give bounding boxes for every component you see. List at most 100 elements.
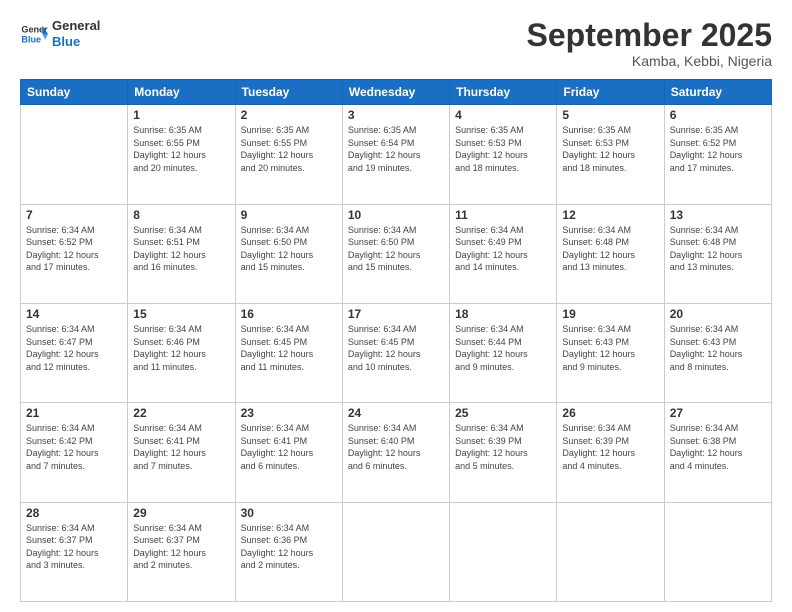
day-number: 6 xyxy=(670,108,766,122)
calendar-cell xyxy=(21,105,128,204)
calendar-cell: 29 Sunrise: 6:34 AM Sunset: 6:37 PM Dayli… xyxy=(128,502,235,601)
day-info: Sunrise: 6:34 AM Sunset: 6:50 PM Dayligh… xyxy=(348,224,444,274)
calendar-cell: 21Sunrise: 6:34 AM Sunset: 6:42 PM Dayli… xyxy=(21,403,128,502)
logo-general-text: General xyxy=(52,18,100,34)
calendar-cell: 13 Sunrise: 6:34 AM Sunset: 6:48 PM Dayli… xyxy=(664,204,771,303)
day-info: Sunrise: 6:34 AM Sunset: 6:41 PM Dayligh… xyxy=(133,422,229,472)
calendar-header-monday: Monday xyxy=(128,80,235,105)
calendar-cell xyxy=(664,502,771,601)
calendar-header-sunday: Sunday xyxy=(21,80,128,105)
day-info: Sunrise: 6:34 AM Sunset: 6:37 PM Dayligh… xyxy=(133,522,229,572)
day-info: Sunrise: 6:34 AM Sunset: 6:50 PM Dayligh… xyxy=(241,224,337,274)
day-number: 3 xyxy=(348,108,444,122)
day-number: 20 xyxy=(670,307,766,321)
calendar-cell: 23Sunrise: 6:34 AM Sunset: 6:41 PM Dayli… xyxy=(235,403,342,502)
calendar-header-tuesday: Tuesday xyxy=(235,80,342,105)
day-number: 14 xyxy=(26,307,122,321)
day-number: 4 xyxy=(455,108,551,122)
day-number: 19 xyxy=(562,307,658,321)
day-info: Sunrise: 6:34 AM Sunset: 6:48 PM Dayligh… xyxy=(562,224,658,274)
day-info: Sunrise: 6:34 AM Sunset: 6:41 PM Dayligh… xyxy=(241,422,337,472)
logo: General Blue General Blue xyxy=(20,18,100,49)
day-info: Sunrise: 6:35 AM Sunset: 6:53 PM Dayligh… xyxy=(562,124,658,174)
day-info: Sunrise: 6:34 AM Sunset: 6:52 PM Dayligh… xyxy=(26,224,122,274)
day-info: Sunrise: 6:35 AM Sunset: 6:54 PM Dayligh… xyxy=(348,124,444,174)
calendar-cell: 30Sunrise: 6:34 AM Sunset: 6:36 PM Dayli… xyxy=(235,502,342,601)
day-number: 1 xyxy=(133,108,229,122)
day-info: Sunrise: 6:34 AM Sunset: 6:38 PM Dayligh… xyxy=(670,422,766,472)
calendar-cell: 11 Sunrise: 6:34 AM Sunset: 6:49 PM Dayli… xyxy=(450,204,557,303)
day-number: 8 xyxy=(133,208,229,222)
calendar-cell xyxy=(557,502,664,601)
day-number: 26 xyxy=(562,406,658,420)
day-number: 11 xyxy=(455,208,551,222)
calendar-cell: 28Sunrise: 6:34 AM Sunset: 6:37 PM Dayli… xyxy=(21,502,128,601)
calendar-cell: 10Sunrise: 6:34 AM Sunset: 6:50 PM Dayli… xyxy=(342,204,449,303)
calendar-week-row: 14 Sunrise: 6:34 AM Sunset: 6:47 PM Dayli… xyxy=(21,303,772,402)
calendar-cell: 5Sunrise: 6:35 AM Sunset: 6:53 PM Daylig… xyxy=(557,105,664,204)
day-info: Sunrise: 6:34 AM Sunset: 6:46 PM Dayligh… xyxy=(133,323,229,373)
day-number: 25 xyxy=(455,406,551,420)
header: General Blue General Blue September 2025… xyxy=(20,18,772,69)
calendar-cell: 25 Sunrise: 6:34 AM Sunset: 6:39 PM Dayli… xyxy=(450,403,557,502)
day-info: Sunrise: 6:34 AM Sunset: 6:48 PM Dayligh… xyxy=(670,224,766,274)
day-info: Sunrise: 6:35 AM Sunset: 6:55 PM Dayligh… xyxy=(241,124,337,174)
calendar-cell: 14 Sunrise: 6:34 AM Sunset: 6:47 PM Dayli… xyxy=(21,303,128,402)
calendar-header-thursday: Thursday xyxy=(450,80,557,105)
day-info: Sunrise: 6:34 AM Sunset: 6:45 PM Dayligh… xyxy=(241,323,337,373)
calendar-cell: 1 Sunrise: 6:35 AM Sunset: 6:55 PM Daylig… xyxy=(128,105,235,204)
calendar-cell: 9 Sunrise: 6:34 AM Sunset: 6:50 PM Daylig… xyxy=(235,204,342,303)
day-number: 12 xyxy=(562,208,658,222)
calendar-cell: 18Sunrise: 6:34 AM Sunset: 6:44 PM Dayli… xyxy=(450,303,557,402)
calendar-cell: 12 Sunrise: 6:34 AM Sunset: 6:48 PM Dayli… xyxy=(557,204,664,303)
calendar-cell: 26 Sunrise: 6:34 AM Sunset: 6:39 PM Dayli… xyxy=(557,403,664,502)
day-info: Sunrise: 6:34 AM Sunset: 6:42 PM Dayligh… xyxy=(26,422,122,472)
calendar-cell: 19 Sunrise: 6:34 AM Sunset: 6:43 PM Dayli… xyxy=(557,303,664,402)
calendar-cell: 24 Sunrise: 6:34 AM Sunset: 6:40 PM Dayli… xyxy=(342,403,449,502)
day-info: Sunrise: 6:34 AM Sunset: 6:39 PM Dayligh… xyxy=(455,422,551,472)
day-info: Sunrise: 6:35 AM Sunset: 6:55 PM Dayligh… xyxy=(133,124,229,174)
calendar-cell: 4 Sunrise: 6:35 AM Sunset: 6:53 PM Daylig… xyxy=(450,105,557,204)
calendar-table: SundayMondayTuesdayWednesdayThursdayFrid… xyxy=(20,79,772,602)
day-info: Sunrise: 6:34 AM Sunset: 6:43 PM Dayligh… xyxy=(562,323,658,373)
day-number: 29 xyxy=(133,506,229,520)
day-info: Sunrise: 6:34 AM Sunset: 6:40 PM Dayligh… xyxy=(348,422,444,472)
day-number: 18 xyxy=(455,307,551,321)
day-number: 30 xyxy=(241,506,337,520)
calendar-cell: 17Sunrise: 6:34 AM Sunset: 6:45 PM Dayli… xyxy=(342,303,449,402)
calendar-week-row: 28Sunrise: 6:34 AM Sunset: 6:37 PM Dayli… xyxy=(21,502,772,601)
calendar-cell xyxy=(450,502,557,601)
calendar-header-saturday: Saturday xyxy=(664,80,771,105)
calendar-week-row: 1 Sunrise: 6:35 AM Sunset: 6:55 PM Daylig… xyxy=(21,105,772,204)
calendar-cell: 8 Sunrise: 6:34 AM Sunset: 6:51 PM Daylig… xyxy=(128,204,235,303)
calendar-cell: 16Sunrise: 6:34 AM Sunset: 6:45 PM Dayli… xyxy=(235,303,342,402)
calendar-cell: 20Sunrise: 6:34 AM Sunset: 6:43 PM Dayli… xyxy=(664,303,771,402)
day-number: 9 xyxy=(241,208,337,222)
day-number: 13 xyxy=(670,208,766,222)
page: General Blue General Blue September 2025… xyxy=(0,0,792,612)
calendar-cell: 7 Sunrise: 6:34 AM Sunset: 6:52 PM Daylig… xyxy=(21,204,128,303)
month-title: September 2025 xyxy=(527,18,772,53)
location: Kamba, Kebbi, Nigeria xyxy=(527,53,772,69)
calendar-header-row: SundayMondayTuesdayWednesdayThursdayFrid… xyxy=(21,80,772,105)
day-info: Sunrise: 6:34 AM Sunset: 6:49 PM Dayligh… xyxy=(455,224,551,274)
day-info: Sunrise: 6:34 AM Sunset: 6:39 PM Dayligh… xyxy=(562,422,658,472)
day-info: Sunrise: 6:34 AM Sunset: 6:47 PM Dayligh… xyxy=(26,323,122,373)
title-block: September 2025 Kamba, Kebbi, Nigeria xyxy=(527,18,772,69)
logo-icon: General Blue xyxy=(20,20,48,48)
calendar-cell: 22Sunrise: 6:34 AM Sunset: 6:41 PM Dayli… xyxy=(128,403,235,502)
day-info: Sunrise: 6:35 AM Sunset: 6:53 PM Dayligh… xyxy=(455,124,551,174)
calendar-cell: 15 Sunrise: 6:34 AM Sunset: 6:46 PM Dayli… xyxy=(128,303,235,402)
calendar-cell: 3 Sunrise: 6:35 AM Sunset: 6:54 PM Daylig… xyxy=(342,105,449,204)
calendar-header-wednesday: Wednesday xyxy=(342,80,449,105)
day-number: 17 xyxy=(348,307,444,321)
day-info: Sunrise: 6:34 AM Sunset: 6:51 PM Dayligh… xyxy=(133,224,229,274)
calendar-week-row: 7 Sunrise: 6:34 AM Sunset: 6:52 PM Daylig… xyxy=(21,204,772,303)
day-number: 24 xyxy=(348,406,444,420)
calendar-week-row: 21Sunrise: 6:34 AM Sunset: 6:42 PM Dayli… xyxy=(21,403,772,502)
calendar-cell: 27Sunrise: 6:34 AM Sunset: 6:38 PM Dayli… xyxy=(664,403,771,502)
day-number: 15 xyxy=(133,307,229,321)
day-number: 7 xyxy=(26,208,122,222)
svg-text:Blue: Blue xyxy=(21,34,41,44)
logo-blue-text: Blue xyxy=(52,34,100,50)
